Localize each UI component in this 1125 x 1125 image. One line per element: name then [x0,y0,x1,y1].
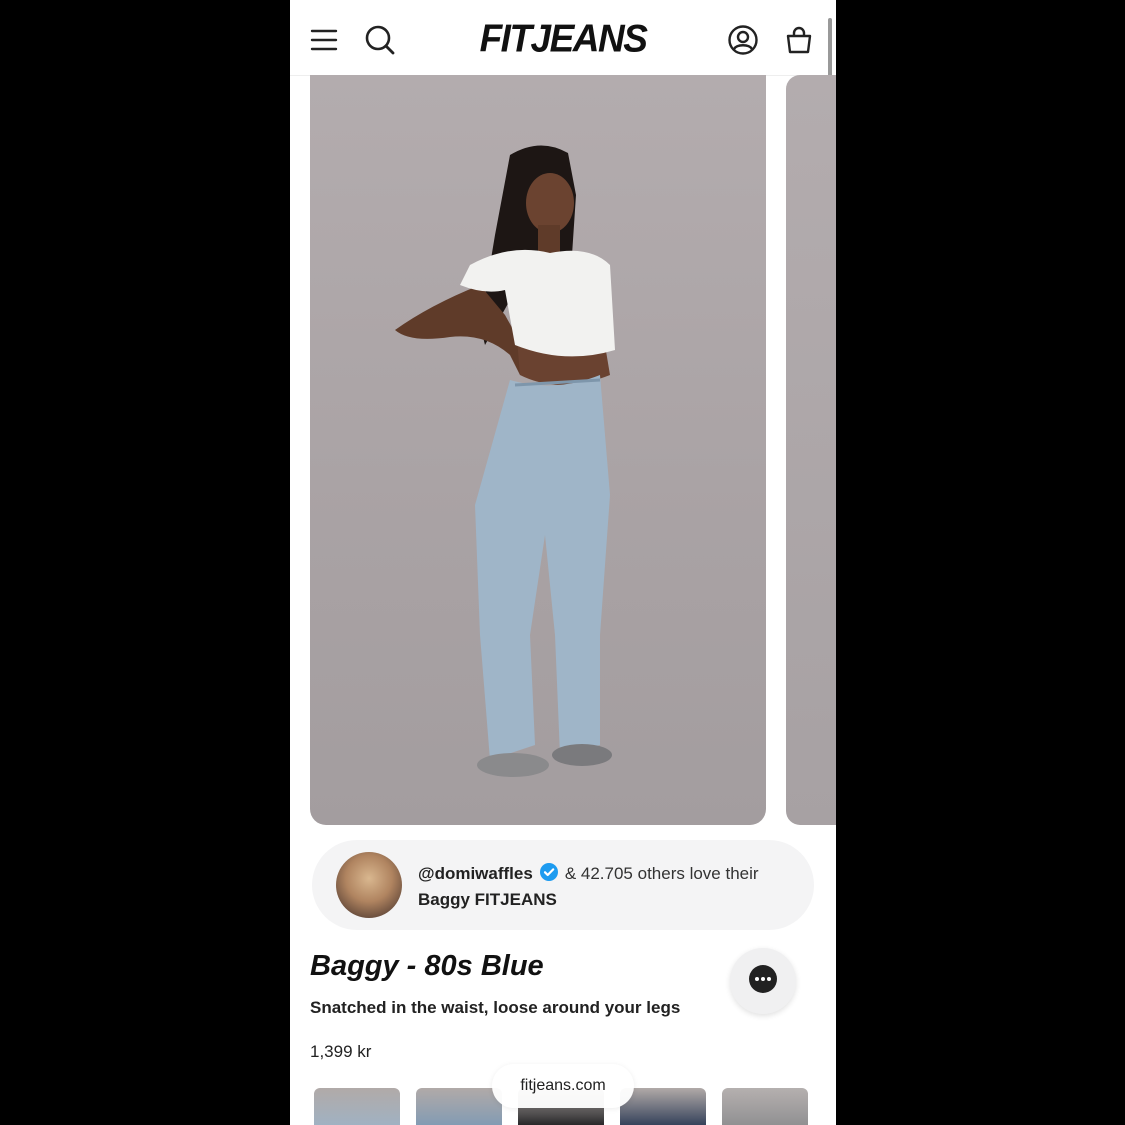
color-swatch-thumbnail[interactable] [416,1088,502,1125]
product-title: Baggy - 80s Blue [310,950,544,982]
social-proof-banner: @domiwaffles & 42.705 others love their B… [312,840,814,930]
cart-icon[interactable] [781,22,817,58]
creator-handle[interactable]: @domiwaffles [418,864,533,883]
model-illustration [395,145,615,777]
site-header: FITJEANS [290,0,836,76]
carousel-next-image[interactable] [786,75,836,825]
chat-icon [747,963,779,1000]
chat-button[interactable] [730,948,796,1014]
color-swatch-thumbnail[interactable] [314,1088,400,1125]
product-subtitle: Snatched in the waist, loose around your… [310,998,681,1017]
color-swatch-thumbnail[interactable] [620,1088,706,1125]
account-icon[interactable] [725,22,761,58]
product-hero-image[interactable] [310,75,766,825]
love-count-text: & 42.705 others love their [564,864,759,883]
browser-url-bar[interactable]: fitjeans.com [492,1064,634,1108]
avatar[interactable] [336,852,402,918]
product-price: 1,399 kr [310,1042,372,1061]
product-line-text: Baggy FITJEANS [418,890,557,909]
phone-screen: FITJEANS @domiwaffles & 42.705 others lo… [290,0,836,1125]
verified-badge-icon [539,862,559,888]
color-swatch-thumbnail[interactable] [722,1088,808,1125]
social-proof-text: @domiwaffles & 42.705 others love their B… [418,862,798,911]
